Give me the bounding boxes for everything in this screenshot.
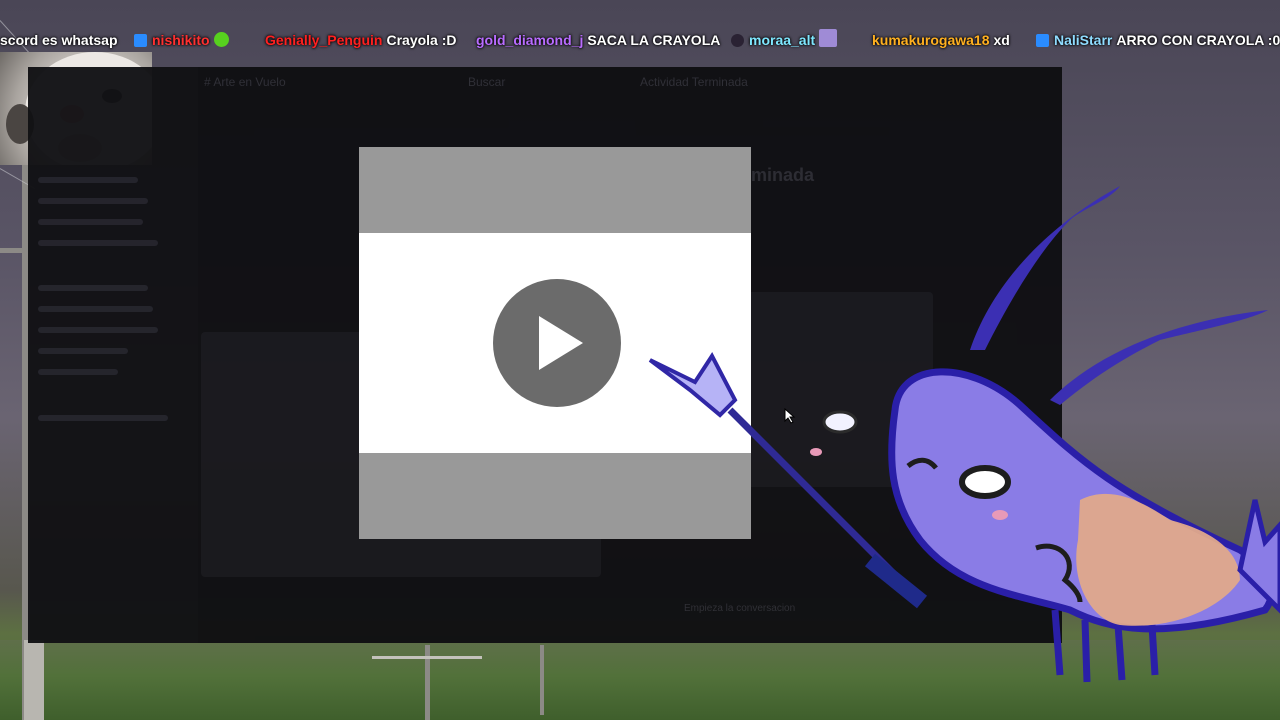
channel-item[interactable] <box>38 285 148 291</box>
channel-item[interactable] <box>38 306 153 312</box>
blush-mark <box>810 448 822 456</box>
character-cheek <box>992 510 1008 520</box>
mouse-cursor-icon <box>784 408 796 424</box>
chat-message: NaliStarr ARRO CON CRAYOLA :0 <box>1036 26 1280 54</box>
emote-icon <box>819 29 838 47</box>
chat-username: moraa_alt <box>749 32 816 48</box>
channel-item[interactable] <box>38 240 158 246</box>
chat-text: xd <box>993 32 1010 48</box>
channel-item[interactable] <box>38 327 158 333</box>
discord-channel-sidebar <box>28 67 198 643</box>
play-icon <box>539 316 583 370</box>
chat-username: Genially_Penguin <box>265 32 383 48</box>
badge-icon <box>134 34 147 47</box>
utility-pole-base <box>24 640 44 720</box>
utility-pole-crossarm <box>0 248 30 253</box>
channel-item[interactable] <box>38 348 128 354</box>
chat-username: nishikito <box>152 32 210 48</box>
chat-text: SACA LA CRAYOLA <box>587 32 721 48</box>
chat-message: gold_diamond_j SACA LA CRAYOLA <box>476 26 720 54</box>
character-eye <box>959 465 1011 499</box>
discord-header-title: # Arte en Vuelo <box>204 75 286 89</box>
pencil-tip <box>864 553 928 609</box>
pencil-flag <box>648 352 738 418</box>
chat-message: nishikito <box>134 26 234 54</box>
emote-icon <box>213 32 229 47</box>
channel-item[interactable] <box>38 369 118 375</box>
chat-username: NaliStarr <box>1054 32 1113 48</box>
antenna-stroke <box>1050 310 1268 405</box>
antenna-stroke <box>970 186 1120 350</box>
chat-overlay: scord es whatsap nishikito Genially_Peng… <box>0 26 1280 54</box>
drawn-character-overlay <box>648 186 1280 683</box>
chat-text: Crayola :D <box>386 32 457 48</box>
chat-username: kumakurogawa18 <box>872 32 990 48</box>
discord-search[interactable]: Buscar <box>468 75 505 89</box>
play-button[interactable] <box>493 279 621 407</box>
chat-text: ARRO CON CRAYOLA :0 <box>1116 32 1280 48</box>
chat-message: moraa_alt <box>731 26 842 54</box>
panel-title: Actividad Terminada <box>640 75 748 89</box>
badge-icon <box>731 34 744 47</box>
channel-item[interactable] <box>38 177 138 183</box>
chat-message: Genially_Penguin Crayola :D <box>265 26 457 54</box>
small-eye-shape <box>822 410 858 434</box>
utility-pole-right <box>540 645 544 715</box>
channel-item[interactable] <box>38 415 168 421</box>
chat-message: kumakurogawa18 xd <box>872 26 1010 54</box>
utility-pole-mid-arm <box>372 656 482 659</box>
channel-item[interactable] <box>38 198 148 204</box>
chat-message: scord es whatsap <box>0 26 118 54</box>
badge-icon <box>1036 34 1049 47</box>
chat-username: gold_diamond_j <box>476 32 584 48</box>
channel-item[interactable] <box>38 219 143 225</box>
chat-text: scord es whatsap <box>0 32 118 48</box>
